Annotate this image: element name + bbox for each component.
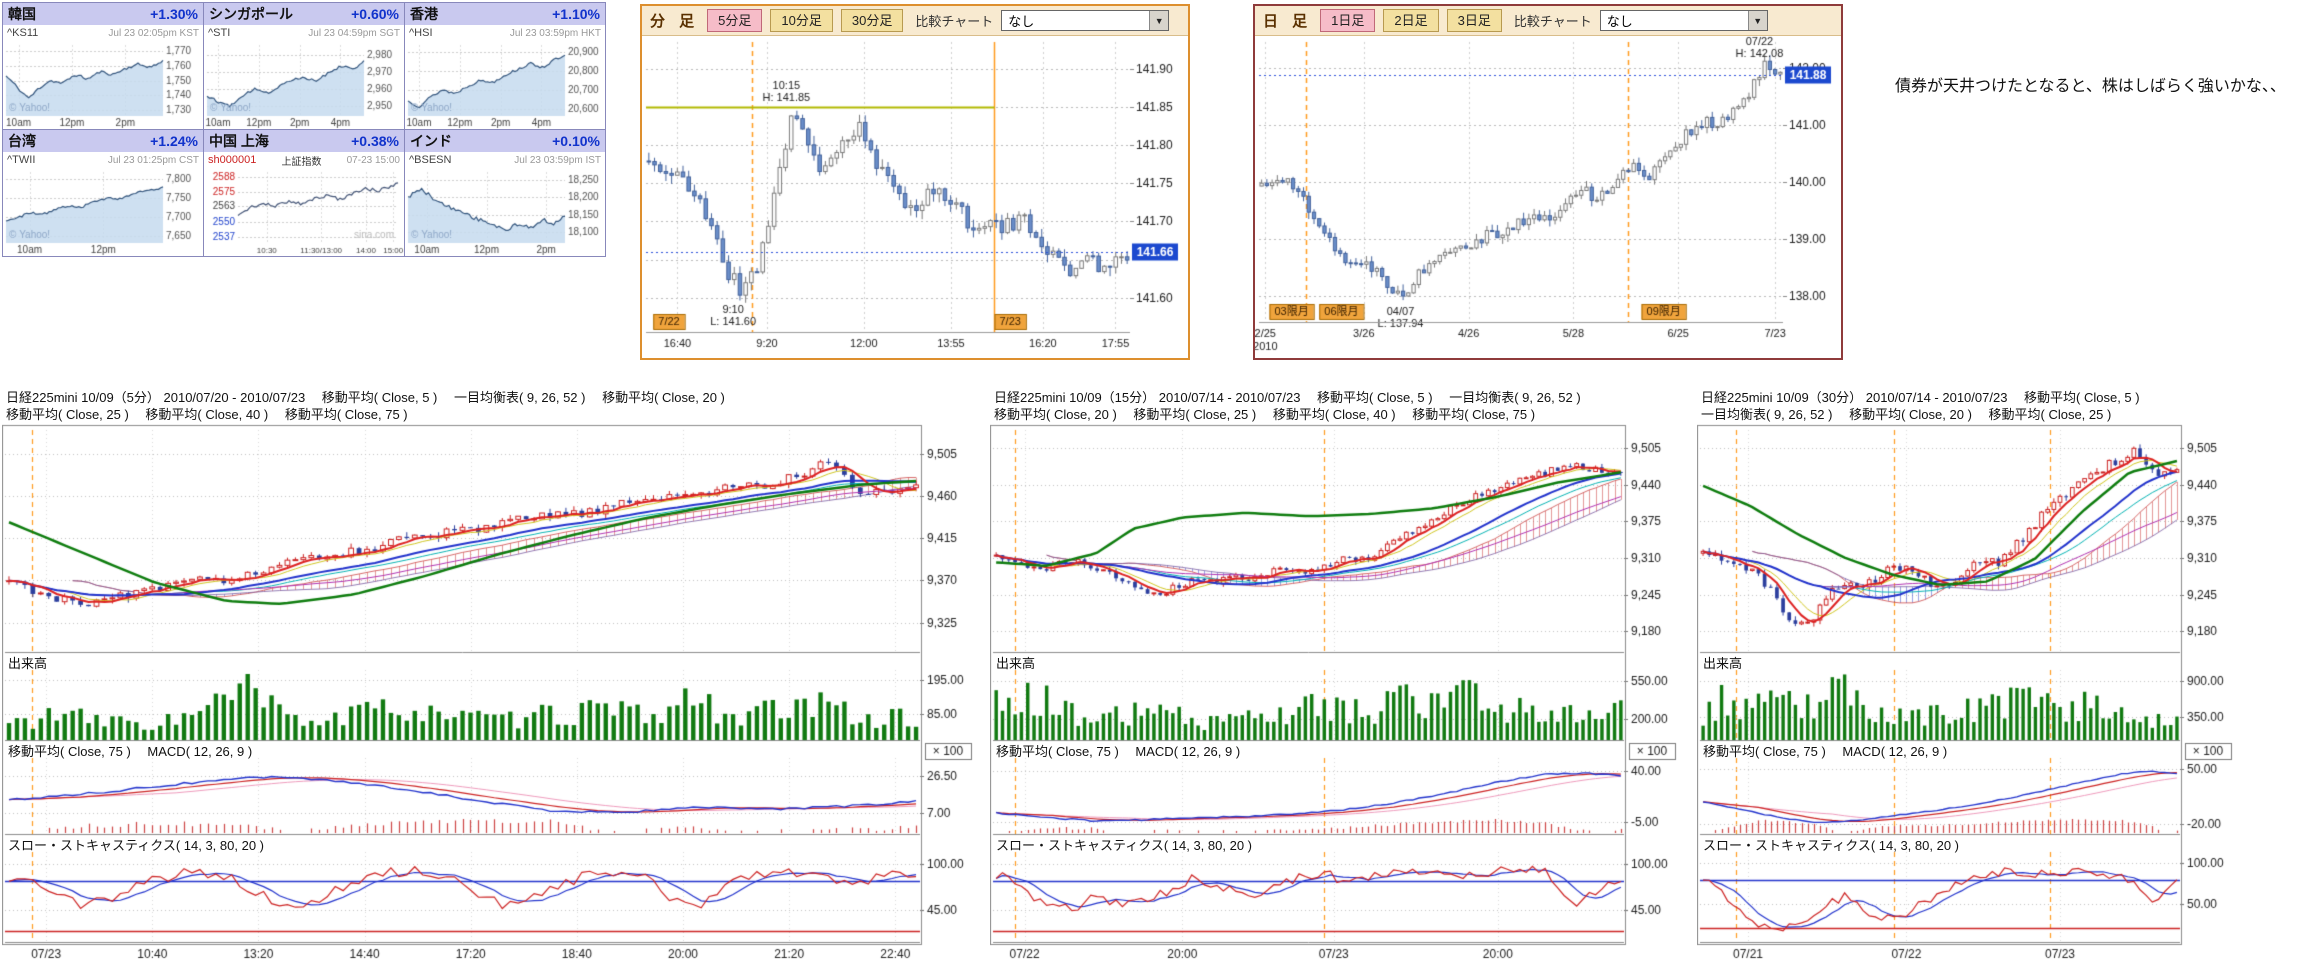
market-mini-chart[interactable] xyxy=(3,41,203,129)
market-change: +1.10% xyxy=(552,6,600,22)
stoch-section-label: スロー・ストキャスティクス( 14, 3, 80, 20 ) xyxy=(996,835,1252,854)
market-symbol: ^TWII xyxy=(7,154,35,166)
macd-section-label: 移動平均( Close, 75 ) MACD( 12, 26, 9 ) xyxy=(8,741,252,760)
market-name: 韓国 xyxy=(8,4,36,24)
tab-30min[interactable]: 30分足 xyxy=(841,9,903,32)
market-change: +1.30% xyxy=(150,6,198,22)
tech-panel-header: 日経225mini 10/09（5分） 2010/07/20 - 2010/07… xyxy=(6,389,725,423)
market-card-header: シンガポール +0.60% xyxy=(204,3,404,25)
market-mini-chart[interactable] xyxy=(204,168,404,256)
market-symbol: sh000001 xyxy=(208,154,256,166)
tech-chart[interactable] xyxy=(1697,424,2242,968)
market-timestamp: Jul 23 04:59pm SGT xyxy=(308,28,400,39)
market-card-singapore[interactable]: シンガポール +0.60% ^STI Jul 23 04:59pm SGT xyxy=(204,3,404,129)
market-card-header: 香港 +1.10% xyxy=(405,3,605,25)
compare-chart-label: 比較チャート xyxy=(1514,11,1592,30)
market-name: 香港 xyxy=(410,4,438,24)
tech-title-line1: 日経225mini 10/09（30分） 2010/07/14 - 2010/0… xyxy=(1701,389,2140,406)
market-card-header: 中国 上海 +0.38% xyxy=(204,130,404,152)
market-symbol: ^STI xyxy=(208,27,230,39)
compare-select[interactable]: なし ▼ xyxy=(1001,10,1169,31)
tech-title-line2: 一目均衡表( 9, 26, 52 ) 移動平均( Close, 20 ) 移動平… xyxy=(1701,406,2140,423)
market-timestamp: Jul 23 03:59pm IST xyxy=(514,155,601,166)
macd-section-label: 移動平均( Close, 75 ) MACD( 12, 26, 9 ) xyxy=(1703,741,1947,760)
compare-select-value: なし xyxy=(1008,11,1034,30)
compare-select[interactable]: なし ▼ xyxy=(1600,10,1768,31)
minute-chart-panel: 分 足 5分足 10分足 30分足 比較チャート なし ▼ xyxy=(640,4,1190,360)
market-symbol: ^HSI xyxy=(409,27,433,39)
market-symbol: ^BSESN xyxy=(409,154,451,166)
market-card-subheader: ^BSESN Jul 23 03:59pm IST xyxy=(405,152,605,168)
market-timestamp: Jul 23 03:59pm HKT xyxy=(510,28,601,39)
daily-panel-toolbar: 日 足 1日足 2日足 3日足 比較チャート なし ▼ xyxy=(1255,6,1841,36)
tech-panel-header: 日経225mini 10/09（30分） 2010/07/14 - 2010/0… xyxy=(1701,389,2140,423)
daily-chart-panel: 日 足 1日足 2日足 3日足 比較チャート なし ▼ xyxy=(1253,4,1843,360)
stoch-section-label: スロー・ストキャスティクス( 14, 3, 80, 20 ) xyxy=(8,835,264,854)
tech-panel-header: 日経225mini 10/09（15分） 2010/07/14 - 2010/0… xyxy=(994,389,1581,423)
market-card-india[interactable]: インド +0.10% ^BSESN Jul 23 03:59pm IST xyxy=(405,130,605,256)
market-name: 中国 上海 xyxy=(209,131,269,151)
minute-panel-toolbar: 分 足 5分足 10分足 30分足 比較チャート なし ▼ xyxy=(642,6,1188,36)
market-change: +0.10% xyxy=(552,133,600,149)
stoch-section-label: スロー・ストキャスティクス( 14, 3, 80, 20 ) xyxy=(1703,835,1959,854)
market-card-subheader: ^KS11 Jul 23 02:05pm KST xyxy=(3,25,203,41)
macd-section-label: 移動平均( Close, 75 ) MACD( 12, 26, 9 ) xyxy=(996,741,1240,760)
market-card-subheader: ^HSI Jul 23 03:59pm HKT xyxy=(405,25,605,41)
market-name: 台湾 xyxy=(8,131,36,151)
tech-title-line1: 日経225mini 10/09（15分） 2010/07/14 - 2010/0… xyxy=(994,389,1581,406)
volume-section-label: 出来高 xyxy=(996,653,1035,672)
tab-5min[interactable]: 5分足 xyxy=(707,9,762,32)
market-name: インド xyxy=(410,131,452,151)
minute-panel-title: 分 足 xyxy=(650,10,699,31)
market-card-subheader: ^TWII Jul 23 01:25pm CST xyxy=(3,152,203,168)
market-card-subheader: sh000001 上証指数 07-23 15:00 xyxy=(204,152,404,168)
market-name: シンガポール xyxy=(209,4,293,24)
market-mini-chart[interactable] xyxy=(3,168,203,256)
tab-3day[interactable]: 3日足 xyxy=(1447,9,1502,32)
daily-panel-title: 日 足 xyxy=(1263,10,1312,31)
market-card-header: 台湾 +1.24% xyxy=(3,130,203,152)
market-card-header: 韓国 +1.30% xyxy=(3,3,203,25)
market-index-name: 上証指数 xyxy=(281,153,321,168)
tech-chart[interactable] xyxy=(2,424,982,968)
tech-title-line2: 移動平均( Close, 25 ) 移動平均( Close, 40 ) 移動平均… xyxy=(6,406,725,423)
market-timestamp: Jul 23 02:05pm KST xyxy=(108,28,199,39)
market-mini-chart[interactable] xyxy=(204,41,404,129)
market-timestamp: Jul 23 01:25pm CST xyxy=(108,155,199,166)
tab-1day[interactable]: 1日足 xyxy=(1320,9,1375,32)
compare-select-value: なし xyxy=(1607,11,1633,30)
market-card-header: インド +0.10% xyxy=(405,130,605,152)
tech-chart[interactable] xyxy=(990,424,1686,968)
tech-title-line2: 移動平均( Close, 20 ) 移動平均( Close, 25 ) 移動平均… xyxy=(994,406,1581,423)
market-change: +1.24% xyxy=(150,133,198,149)
market-change: +0.60% xyxy=(351,6,399,22)
daily-candle-chart[interactable] xyxy=(1255,36,1837,354)
compare-chart-label: 比較チャート xyxy=(915,11,993,30)
chevron-down-icon[interactable]: ▼ xyxy=(1149,11,1168,30)
market-card-shanghai[interactable]: 中国 上海 +0.38% sh000001 上証指数 07-23 15:00 xyxy=(204,130,404,256)
tab-10min[interactable]: 10分足 xyxy=(770,9,832,32)
minute-candle-chart[interactable] xyxy=(642,36,1184,354)
market-card-hongkong[interactable]: 香港 +1.10% ^HSI Jul 23 03:59pm HKT xyxy=(405,3,605,129)
volume-section-label: 出来高 xyxy=(8,653,47,672)
market-card-korea[interactable]: 韓国 +1.30% ^KS11 Jul 23 02:05pm KST xyxy=(3,3,203,129)
market-symbol: ^KS11 xyxy=(7,27,38,39)
tech-title-line1: 日経225mini 10/09（5分） 2010/07/20 - 2010/07… xyxy=(6,389,725,406)
market-change: +0.38% xyxy=(351,133,399,149)
comment-text: 債券が天井つけたとなると、株はしばらく強いかな、、 xyxy=(1895,72,2286,96)
market-card-taiwan[interactable]: 台湾 +1.24% ^TWII Jul 23 01:25pm CST xyxy=(3,130,203,256)
volume-section-label: 出来高 xyxy=(1703,653,1742,672)
chevron-down-icon[interactable]: ▼ xyxy=(1748,11,1767,30)
tab-2day[interactable]: 2日足 xyxy=(1383,9,1438,32)
asia-markets-grid: 韓国 +1.30% ^KS11 Jul 23 02:05pm KST シンガポー… xyxy=(2,2,606,257)
market-timestamp: 07-23 15:00 xyxy=(347,155,400,166)
tech-chart-panel-30min: 日経225mini 10/09（30分） 2010/07/14 - 2010/0… xyxy=(1697,388,2242,968)
tech-chart-panel-15min: 日経225mini 10/09（15分） 2010/07/14 - 2010/0… xyxy=(990,388,1686,968)
market-mini-chart[interactable] xyxy=(405,41,605,129)
tech-chart-panel-5min: 日経225mini 10/09（5分） 2010/07/20 - 2010/07… xyxy=(2,388,982,968)
market-card-subheader: ^STI Jul 23 04:59pm SGT xyxy=(204,25,404,41)
market-mini-chart[interactable] xyxy=(405,168,605,256)
